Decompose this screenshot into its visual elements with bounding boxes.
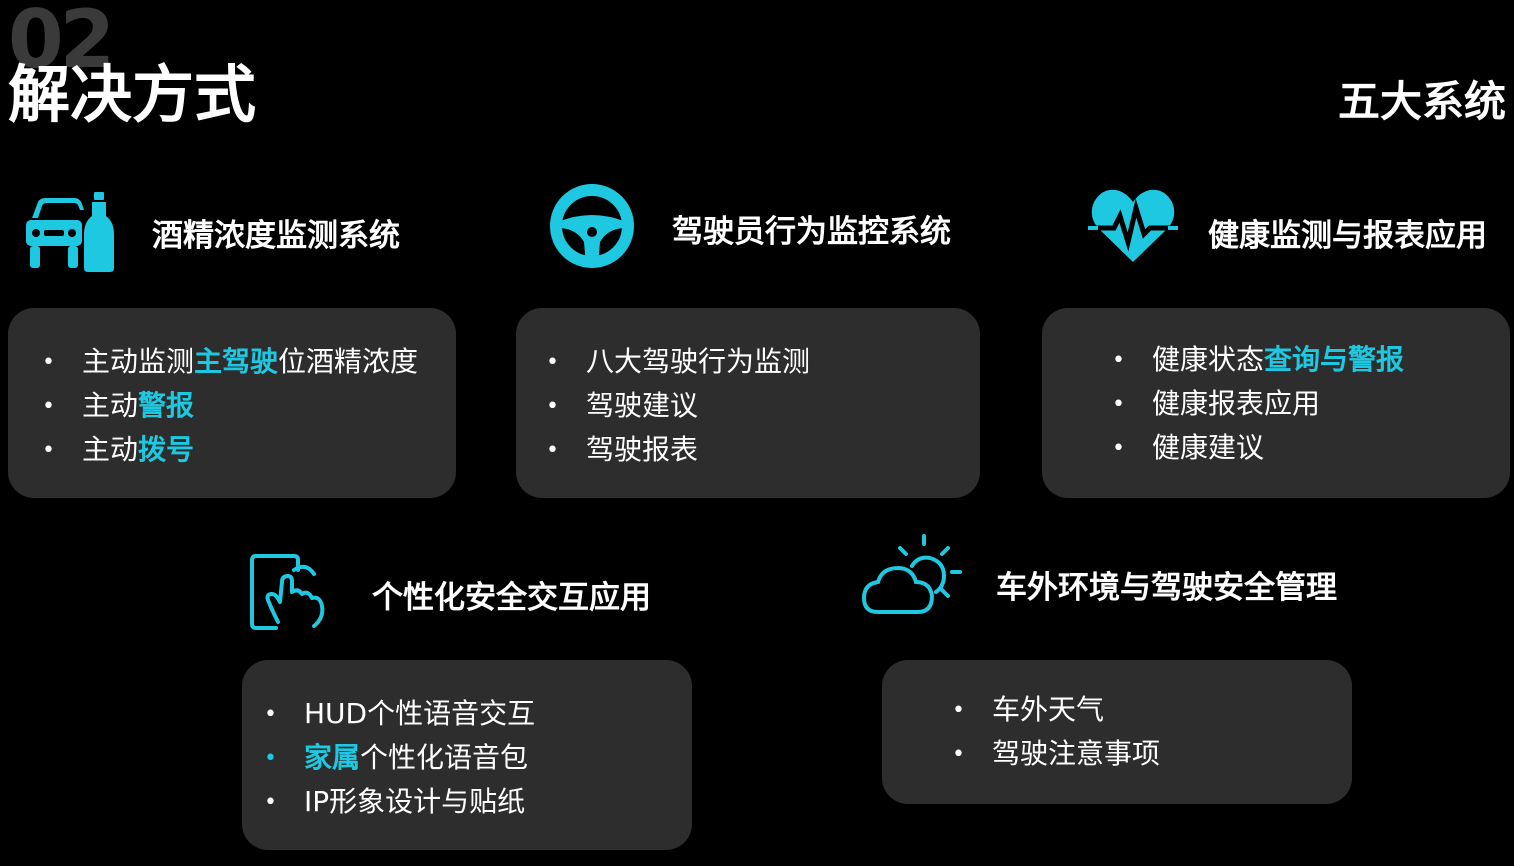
list-item: 驾驶建议 xyxy=(586,389,699,422)
car-bottle-icon xyxy=(26,192,114,272)
health-system-card: • • • 健康状态查询与警报 健康报表应用 健康建议 xyxy=(1042,308,1510,498)
bullet-dot: • xyxy=(952,742,965,767)
bullet-dot: • xyxy=(546,394,559,419)
bullet-dot: • xyxy=(264,790,277,815)
health-system-heading: 健康监测与报表应用 xyxy=(1208,218,1487,254)
bullet-dot: • xyxy=(952,698,965,723)
steering-wheel-icon xyxy=(550,184,634,268)
list-item: 驾驶注意事项 xyxy=(992,737,1161,770)
list-item: 主动警报 xyxy=(82,389,195,422)
bullet-dot: • xyxy=(1112,392,1125,417)
bullet-dot: • xyxy=(1112,348,1125,373)
page-title: 解决方式 xyxy=(8,58,257,131)
bullet-dot: • xyxy=(546,350,559,375)
list-item: 家属个性化语音包 xyxy=(304,741,529,774)
list-item: 健康建议 xyxy=(1152,431,1265,464)
list-item: 健康报表应用 xyxy=(1152,387,1321,420)
bullet-dot: • xyxy=(264,702,277,727)
list-item: 健康状态查询与警报 xyxy=(1152,343,1405,376)
bullet-dot: • xyxy=(42,350,55,375)
bullet-dot: • xyxy=(1112,436,1125,461)
list-item: 车外天气 xyxy=(992,693,1105,726)
bullet-dot: • xyxy=(42,394,55,419)
list-item: 主动拨号 xyxy=(82,433,195,466)
list-item: 主动监测主驾驶位酒精浓度 xyxy=(82,345,419,378)
interaction-app-heading: 个性化安全交互应用 xyxy=(372,580,651,616)
environment-heading: 车外环境与驾驶安全管理 xyxy=(996,570,1337,606)
interaction-app-card: • • • HUD个性语音交互 家属个性化语音包 IP形象设计与贴纸 xyxy=(242,660,692,850)
bullet-dot: • xyxy=(42,438,55,463)
page-badge: 五大系统 xyxy=(1337,77,1506,126)
bullet-dot: • xyxy=(264,746,277,771)
touch-hand-icon xyxy=(250,554,325,630)
alcohol-system-heading: 酒精浓度监测系统 xyxy=(152,218,400,254)
driver-behavior-card: • • • 八大驾驶行为监测 驾驶建议 驾驶报表 xyxy=(516,308,980,498)
heartbeat-icon xyxy=(1088,189,1178,262)
list-item: IP形象设计与贴纸 xyxy=(304,785,526,818)
weather-sun-cloud-icon xyxy=(861,534,962,614)
environment-card: • • 车外天气 驾驶注意事项 xyxy=(882,660,1352,804)
list-item: HUD个性语音交互 xyxy=(304,697,536,730)
list-item: 八大驾驶行为监测 xyxy=(586,345,811,378)
list-item: 驾驶报表 xyxy=(586,433,699,466)
alcohol-system-card: • • • 主动监测主驾驶位酒精浓度 主动警报 主动拨号 xyxy=(8,308,456,498)
driver-behavior-heading: 驾驶员行为监控系统 xyxy=(672,214,951,250)
bullet-dot: • xyxy=(546,438,559,463)
